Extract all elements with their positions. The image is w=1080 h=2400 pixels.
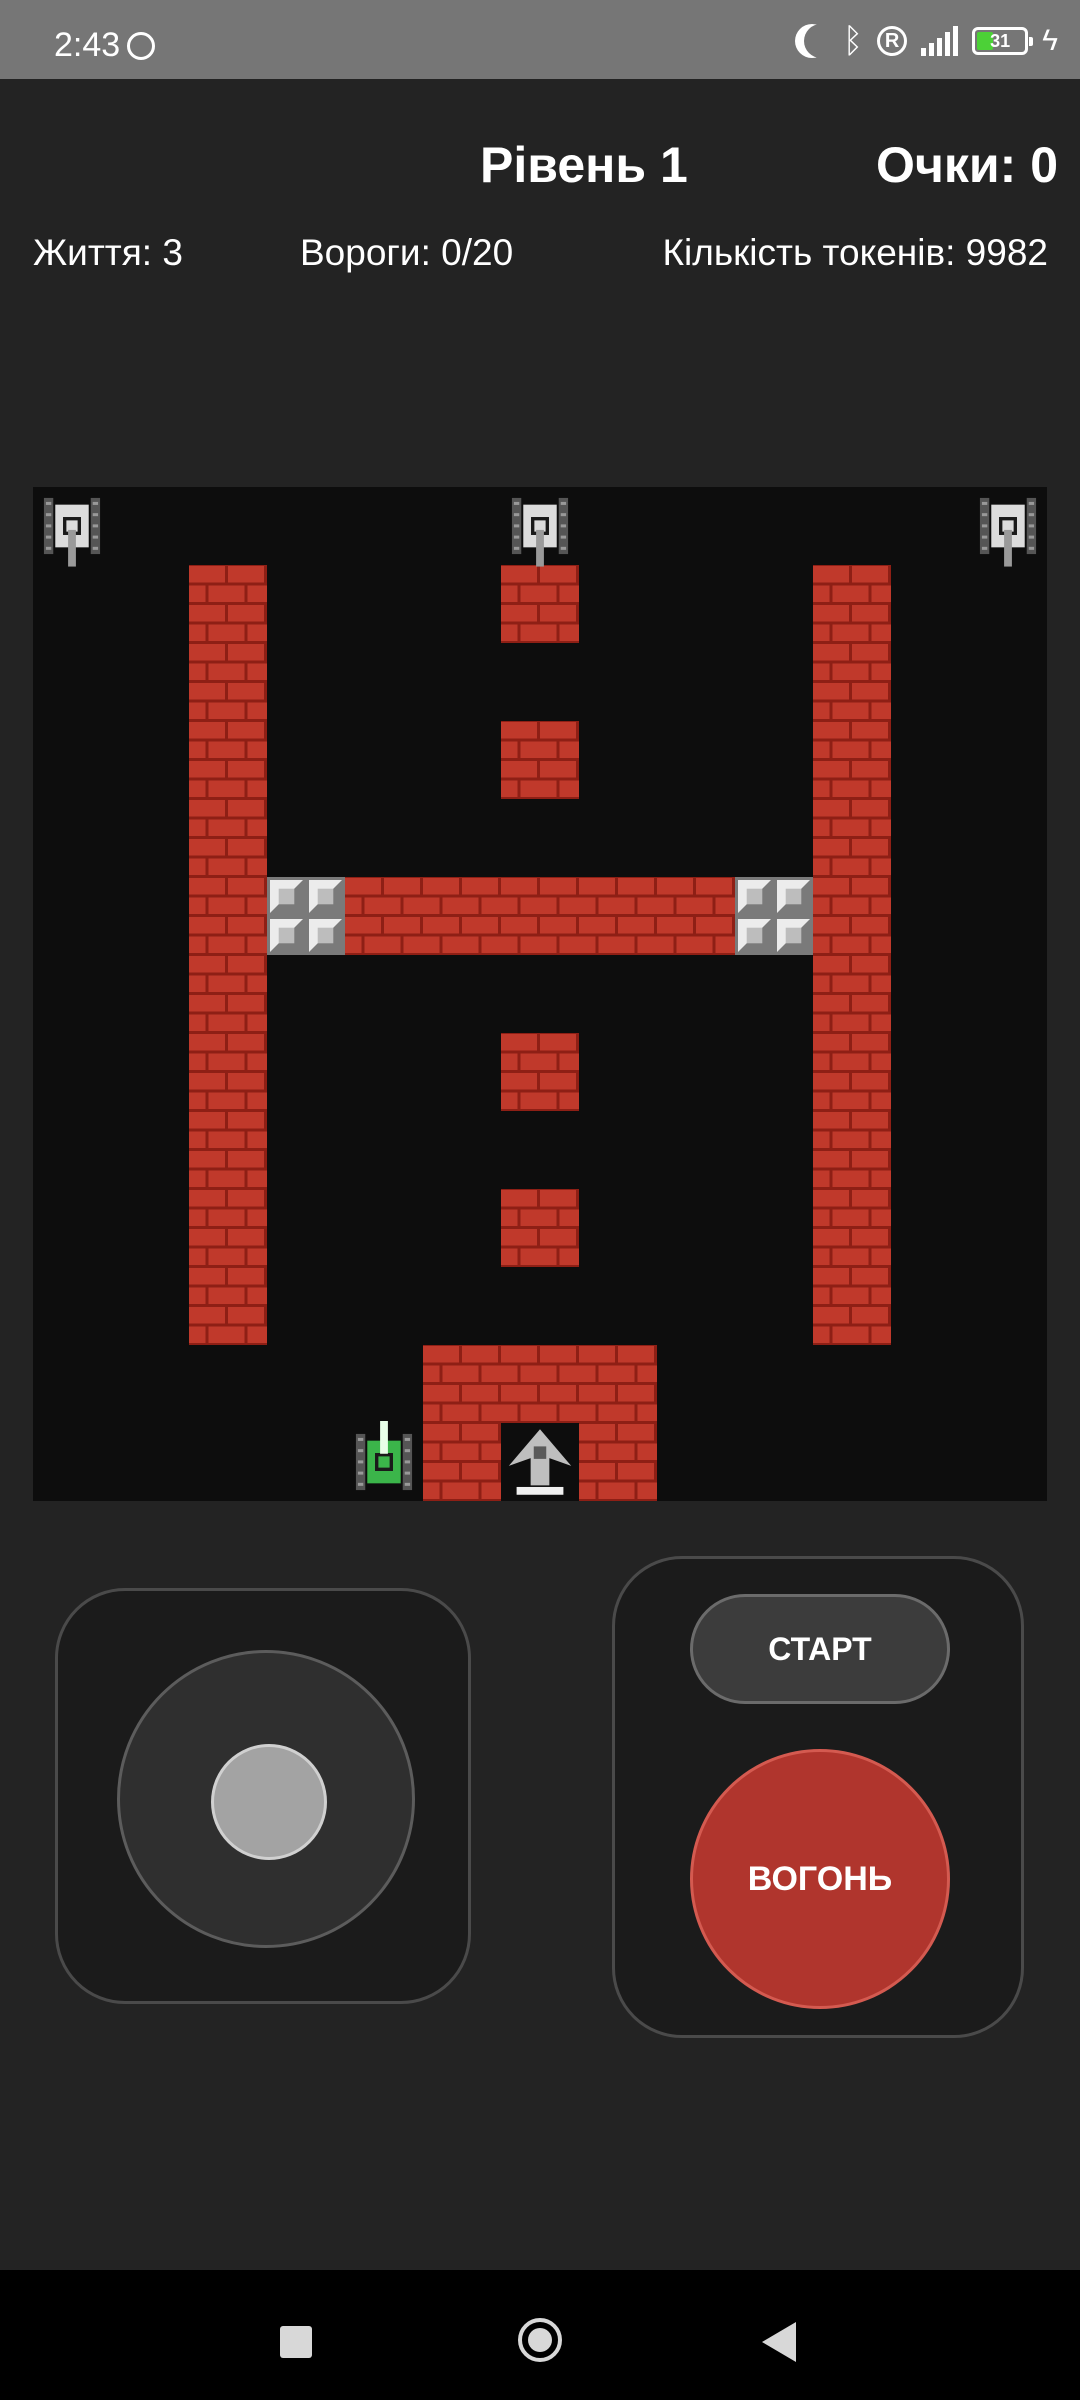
brick-wall [423, 1345, 501, 1423]
back-triangle-icon[interactable] [762, 2322, 796, 2362]
brick-wall [813, 955, 891, 1033]
enemy-tank [979, 497, 1037, 567]
lives-label: Життя: 3 [33, 232, 183, 273]
registered-icon: R [877, 26, 908, 56]
brick-wall [813, 799, 891, 877]
brick-wall [189, 721, 267, 799]
status-icons: ᛒ R 31 ϟ [795, 24, 1058, 58]
base-eagle-icon [508, 1429, 572, 1495]
brick-wall [813, 565, 891, 643]
steel-wall [735, 877, 813, 955]
brick-wall [813, 643, 891, 721]
game-field[interactable] [33, 487, 1047, 1501]
battery-level: 31 [990, 31, 1011, 51]
brick-wall [657, 877, 735, 955]
brick-wall [813, 1189, 891, 1267]
navigation-bar [0, 2270, 1080, 2400]
tokens-counter: Кількість токенів: 9982 [662, 232, 1048, 273]
brick-wall [189, 643, 267, 721]
steel-wall [267, 877, 345, 955]
brick-wall [579, 1423, 657, 1501]
enemy-tank [511, 497, 569, 567]
action-panel: СТАРТ ВОГОНЬ [612, 1556, 1024, 2038]
brick-wall [189, 799, 267, 877]
brick-wall [189, 1111, 267, 1189]
brick-wall [501, 1345, 579, 1423]
joystick-panel [55, 1588, 471, 2004]
player-tank [355, 1421, 413, 1491]
brick-wall [189, 1267, 267, 1345]
brick-wall [813, 1033, 891, 1111]
brick-wall [813, 1267, 891, 1345]
brick-wall [345, 877, 423, 955]
brick-wall [501, 565, 579, 643]
brick-wall [501, 721, 579, 799]
brick-wall [189, 955, 267, 1033]
brick-wall [423, 877, 501, 955]
brick-wall [501, 1033, 579, 1111]
status-time: 2:43 [54, 26, 121, 64]
level-label: Рівень 1 [480, 137, 688, 193]
brick-wall [813, 877, 891, 955]
moon-icon [804, 24, 838, 58]
bluetooth-icon: ᛒ [842, 21, 864, 61]
charging-icon: ϟ [1042, 24, 1058, 57]
whatsapp-icon [127, 32, 155, 60]
brick-wall [813, 1111, 891, 1189]
brick-wall [189, 1189, 267, 1267]
brick-wall [579, 1345, 657, 1423]
brick-wall [579, 877, 657, 955]
brick-wall [189, 565, 267, 643]
brick-wall [189, 1033, 267, 1111]
status-bar: 2:43 ᛒ R 31 ϟ [0, 0, 1080, 79]
recents-square-icon[interactable] [280, 2326, 312, 2358]
brick-wall [501, 877, 579, 955]
home-circle-icon[interactable] [518, 2318, 562, 2362]
battery-icon: 31 [972, 27, 1034, 55]
brick-wall [813, 721, 891, 799]
start-button[interactable]: СТАРТ [690, 1594, 950, 1704]
joystick-knob[interactable] [211, 1744, 327, 1860]
brick-wall [501, 1189, 579, 1267]
brick-wall [189, 877, 267, 955]
enemies-counter: Вороги: 0/20 [300, 232, 514, 273]
score-label: Очки: 0 [875, 137, 1058, 193]
fire-button[interactable]: ВОГОНЬ [690, 1749, 950, 2009]
brick-wall [423, 1423, 501, 1501]
game-field-canvas [43, 497, 1037, 1501]
joystick-base[interactable] [117, 1650, 415, 1948]
enemy-tank [43, 497, 101, 567]
signal-icon [921, 26, 959, 56]
